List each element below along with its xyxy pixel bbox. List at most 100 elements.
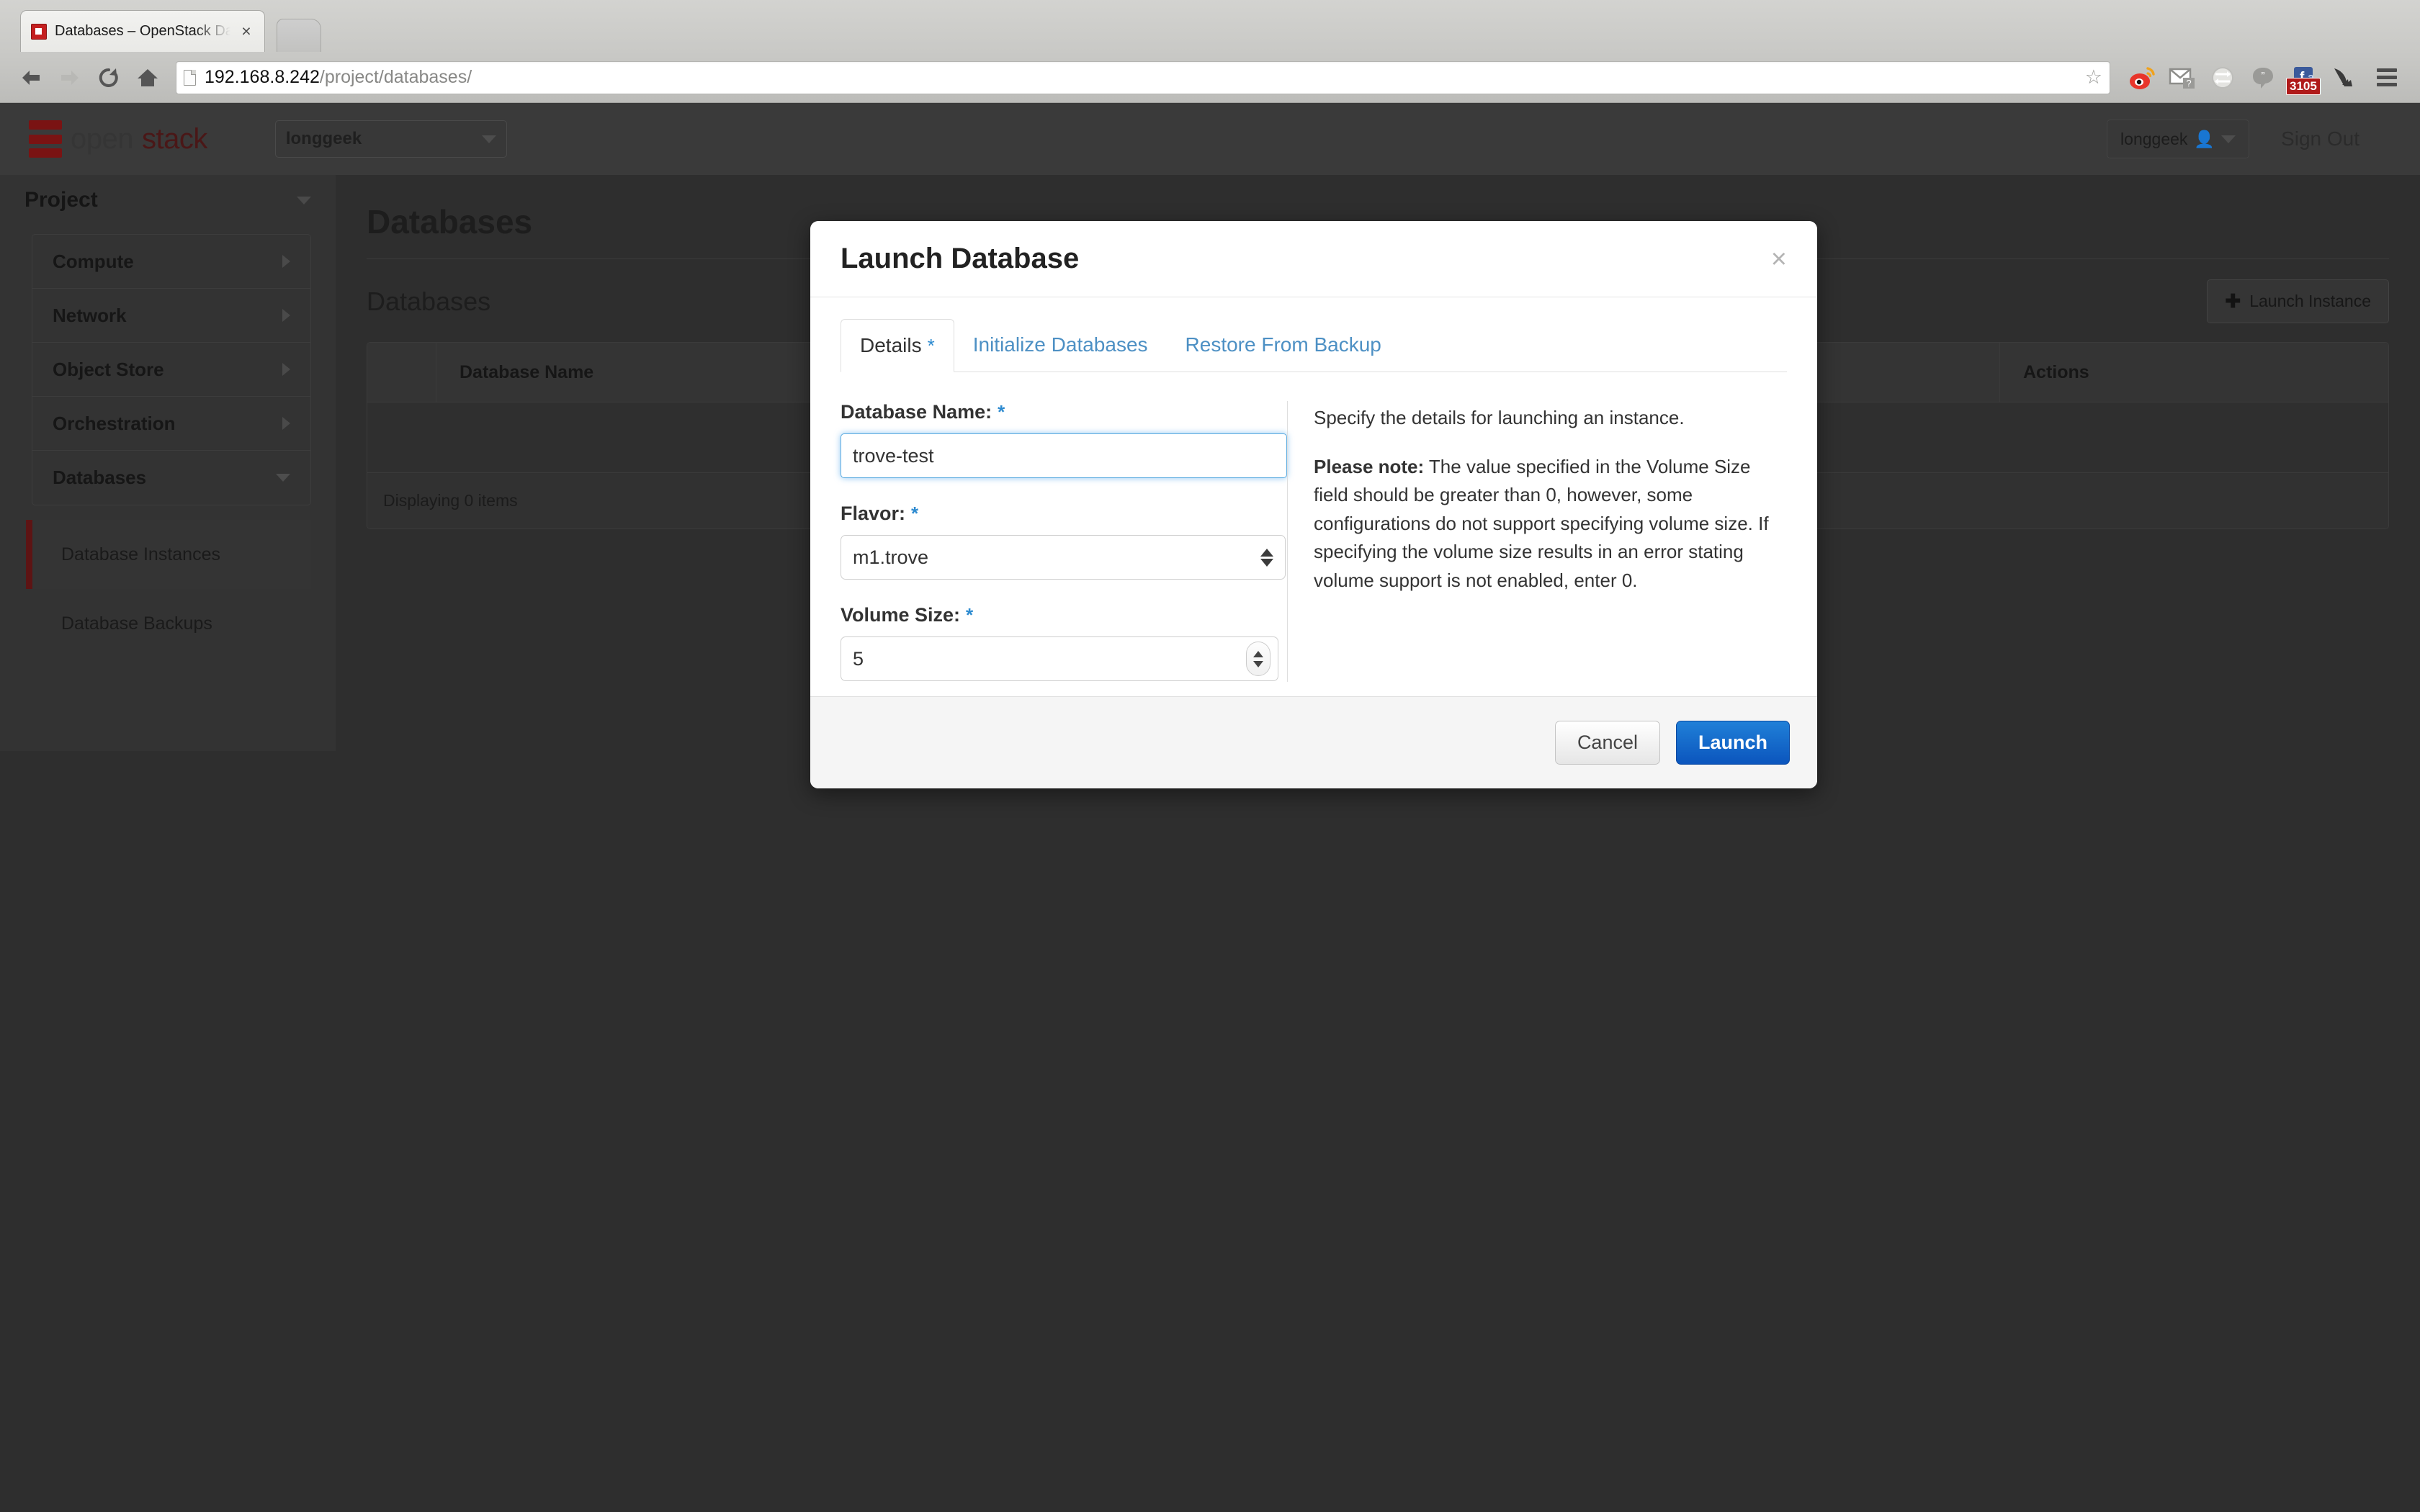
browser-nav-bar: 192.168.8.242/project/databases/ ☆ ? ” 3… <box>0 52 2420 103</box>
database-name-label-text: Database Name: <box>841 401 992 423</box>
svg-text:?: ? <box>2186 78 2191 89</box>
modal-columns: Database Name:* Flavor:* m1.trove <box>841 372 1787 682</box>
sign-out-link[interactable]: Sign Out <box>2281 127 2360 150</box>
modal-body: Details * Initialize Databases Restore F… <box>810 297 1817 696</box>
close-icon[interactable]: × <box>1771 246 1787 273</box>
select-updown-icon <box>1260 548 1273 567</box>
project-selector-label: longgeek <box>285 129 362 148</box>
modal-header: Launch Database × <box>810 221 1817 297</box>
url-host: 192.168.8.242 <box>205 67 320 87</box>
plus-icon: ✚ <box>2225 290 2241 312</box>
sidebar-heading-project[interactable]: Project <box>0 175 336 225</box>
svg-text:”: ” <box>2262 70 2265 82</box>
home-icon[interactable] <box>128 58 167 97</box>
browser-chrome: Databases – OpenStack Da × 192.168.8.242… <box>0 0 2420 103</box>
sidebar-item-network[interactable]: Network <box>32 289 310 343</box>
flavor-selected-value: m1.trove <box>853 546 929 568</box>
launch-button[interactable]: Launch <box>1675 721 1790 765</box>
reload-icon[interactable] <box>89 58 128 97</box>
back-arrow-icon[interactable] <box>12 58 50 97</box>
user-avatar-icon: 👤 <box>2194 129 2215 148</box>
tab-initialize-databases[interactable]: Initialize Databases <box>954 318 1167 372</box>
chevron-down-icon <box>276 474 290 482</box>
launch-instance-label: Launch Instance <box>2249 292 2371 310</box>
sidebar-item-compute[interactable]: Compute <box>32 235 310 289</box>
sidebar-item-database-instances[interactable]: Database Instances <box>26 520 311 589</box>
sidebar-subitem-label: Database Instances <box>61 544 220 564</box>
modal-form-column: Database Name:* Flavor:* m1.trove <box>841 401 1287 682</box>
modal-help-column: Specify the details for launching an ins… <box>1287 401 1787 682</box>
openstack-logo: open stack <box>29 120 207 158</box>
volume-size-label: Volume Size: * <box>841 604 1287 626</box>
modal-title: Launch Database <box>841 243 1080 274</box>
chevron-right-icon <box>282 417 290 430</box>
launch-instance-button[interactable]: ✚ Launch Instance <box>2207 279 2389 323</box>
browser-tab[interactable]: Databases – OpenStack Da × <box>20 10 265 52</box>
quantity-stepper[interactable] <box>1246 642 1270 676</box>
user-menu-label: longgeek <box>2120 129 2188 148</box>
close-icon[interactable]: × <box>238 23 254 40</box>
tab-restore-from-backup[interactable]: Restore From Backup <box>1167 318 1400 372</box>
sync-globe-icon[interactable] <box>2204 59 2241 96</box>
sidebar-subnav: Database Instances Database Backups <box>26 520 311 658</box>
download-shortcut-icon[interactable] <box>2325 59 2362 96</box>
required-marker: * <box>927 334 935 356</box>
hangouts-icon[interactable]: ” <box>2244 59 2282 96</box>
chevron-down-icon <box>2221 135 2236 143</box>
browser-tab-title: Databases – OpenStack Da <box>55 23 233 39</box>
sidebar-item-label: Databases <box>53 467 147 488</box>
tab-label: Initialize Databases <box>972 333 1148 356</box>
sidebar-item-label: Network <box>53 304 127 326</box>
sidebar-heading-label: Project <box>24 188 98 212</box>
hamburger-menu-icon[interactable] <box>2368 59 2406 96</box>
openstack-logo-icon <box>29 120 62 158</box>
weibo-extension-icon[interactable] <box>2123 59 2161 96</box>
database-name-input[interactable] <box>841 433 1287 478</box>
flavor-select[interactable]: m1.trove <box>841 535 1286 580</box>
field-volume-size: Volume Size: * 5 <box>841 604 1287 681</box>
volume-size-field[interactable]: 5 <box>841 636 1278 681</box>
sidebar-item-orchestration[interactable]: Orchestration <box>32 397 310 451</box>
facebook-notifications-icon[interactable]: f a 3105 <box>2285 59 2322 96</box>
page-document-icon <box>184 69 196 86</box>
url-text: 192.168.8.242/project/databases/ <box>205 67 472 88</box>
sidebar-item-databases[interactable]: Databases <box>32 451 310 505</box>
volume-size-value: 5 <box>853 647 864 670</box>
required-marker: * <box>998 401 1005 423</box>
bookmark-star-icon[interactable]: ☆ <box>2085 66 2102 89</box>
panel-title: Databases <box>367 286 491 316</box>
chevron-right-icon <box>282 309 290 322</box>
chevron-right-icon <box>282 255 290 268</box>
field-database-name: Database Name: * <box>841 401 1287 478</box>
favicon-icon <box>31 23 47 40</box>
sidebar-item-label: Orchestration <box>53 412 176 434</box>
forward-arrow-icon <box>50 58 89 97</box>
help-intro: Specify the details for launching an ins… <box>1314 407 1685 428</box>
chevron-right-icon <box>282 363 290 376</box>
help-note: Please note: The value specified in the … <box>1314 453 1787 595</box>
tab-label: Details <box>860 334 922 356</box>
openstack-header: open stack longgeek longgeek 👤 Sign Out <box>0 103 2420 175</box>
sidebar-item-label: Object Store <box>53 358 164 380</box>
required-marker: * <box>911 503 919 524</box>
user-menu[interactable]: longgeek 👤 <box>2107 120 2250 158</box>
select-all-checkbox-cell[interactable] <box>367 343 436 402</box>
sidebar-item-label: Compute <box>53 250 134 272</box>
sidebar-item-object-store[interactable]: Object Store <box>32 343 310 397</box>
gmail-checker-icon[interactable]: ? <box>2164 59 2201 96</box>
cancel-button[interactable]: Cancel <box>1554 721 1660 765</box>
project-selector[interactable]: longgeek <box>274 120 507 158</box>
browser-tab-strip: Databases – OpenStack Da × <box>0 0 2420 52</box>
flavor-label-text: Flavor: <box>841 503 906 524</box>
notification-badge: 3105 <box>2286 77 2321 95</box>
launch-database-modal: Launch Database × Details * Initialize D… <box>810 221 1817 788</box>
column-header-actions: Actions <box>1999 343 2388 402</box>
tab-label: Restore From Backup <box>1185 333 1381 356</box>
tab-details[interactable]: Details * <box>841 319 954 372</box>
address-bar[interactable]: 192.168.8.242/project/databases/ ☆ <box>176 60 2110 94</box>
url-path: /project/databases/ <box>319 67 472 87</box>
new-tab-button[interactable] <box>277 19 321 52</box>
logo-text-stack: stack <box>141 122 207 155</box>
database-name-label: Database Name: * <box>841 401 1287 423</box>
sidebar-item-database-backups[interactable]: Database Backups <box>26 589 311 658</box>
